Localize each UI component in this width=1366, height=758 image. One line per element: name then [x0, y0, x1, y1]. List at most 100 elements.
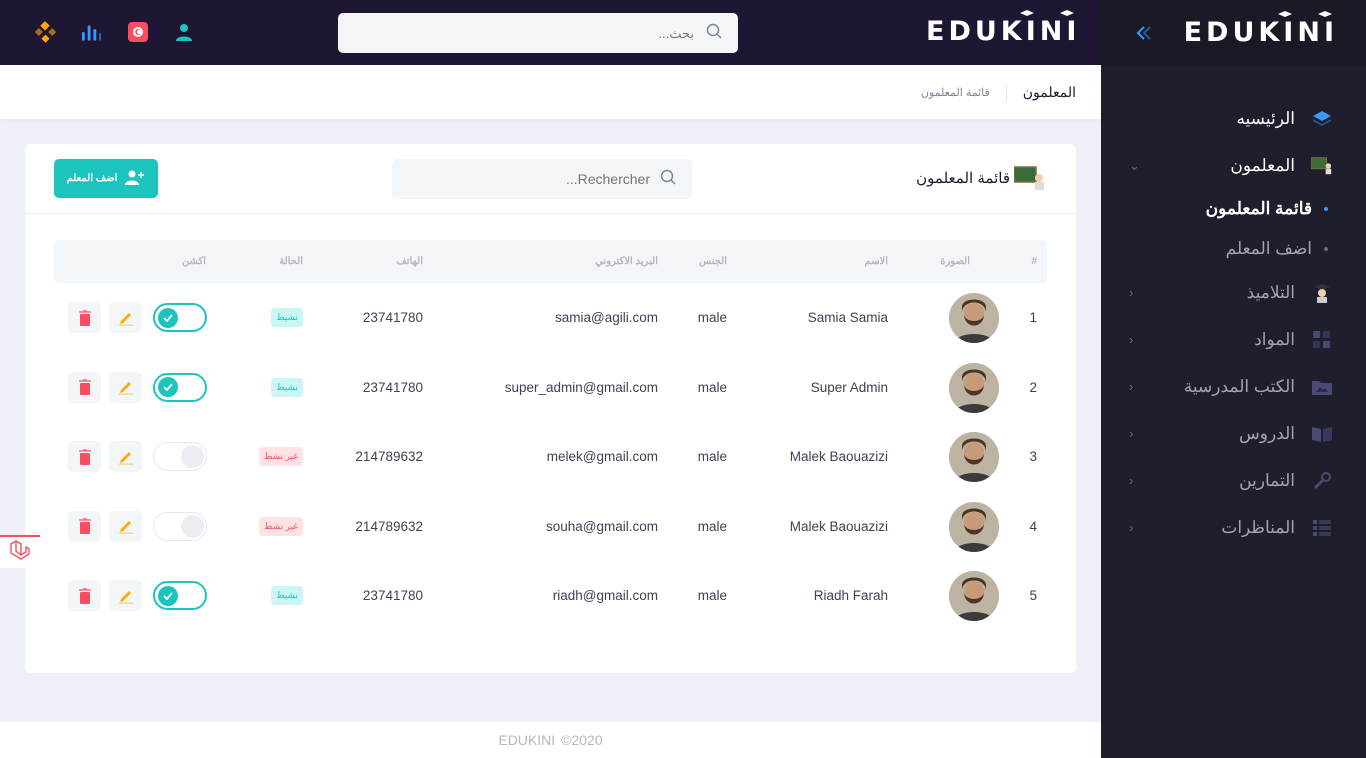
- sidebar-item-exercises[interactable]: التمارين ‹: [1101, 457, 1366, 504]
- toggle-knob: [181, 445, 204, 468]
- apps-icon[interactable]: [35, 20, 56, 44]
- edit-icon: [118, 451, 133, 465]
- teacher-name: Riadh Farah: [813, 588, 888, 603]
- edit-icon: [118, 382, 133, 395]
- user-icon[interactable]: [173, 20, 194, 44]
- edit-button[interactable]: [109, 302, 142, 333]
- status-toggle[interactable]: [153, 581, 207, 610]
- chevron-down-icon: ⌄: [1129, 157, 1140, 173]
- chevron-left-icon: ‹: [1129, 473, 1134, 488]
- status-toggle[interactable]: [153, 442, 207, 471]
- edit-button[interactable]: [109, 371, 142, 403]
- teacher-name: Malek Baouazizi: [789, 518, 888, 534]
- row-number: 1: [1029, 310, 1037, 325]
- search-icon: [706, 23, 722, 44]
- teacher-phone: 23741780: [362, 379, 423, 395]
- sidebar-item-students[interactable]: التلاميذ ‹: [1101, 269, 1366, 316]
- delete-button[interactable]: [68, 302, 101, 333]
- col-phone[interactable]: الهاتف: [396, 256, 423, 267]
- edit-button[interactable]: [109, 580, 142, 611]
- footer-brand[interactable]: EDUKINI: [498, 732, 555, 748]
- row-number: 5: [1029, 588, 1037, 603]
- trash-icon: [78, 379, 91, 395]
- sidebar-item-competitions[interactable]: المناظرات ‹: [1101, 504, 1366, 551]
- sidebar-item-subjects[interactable]: المواد ‹: [1101, 316, 1366, 363]
- teacher-icon: [1013, 166, 1046, 190]
- sidebar-item-lessons[interactable]: الدروس ‹: [1101, 410, 1366, 457]
- status-toggle[interactable]: [153, 372, 207, 402]
- stats-icon[interactable]: [81, 20, 102, 44]
- teacher-phone: 214789632: [355, 518, 423, 534]
- trash-icon: [78, 448, 91, 465]
- teacher-icon: [1311, 155, 1333, 177]
- sidebar-subitem-add-teacher[interactable]: اضف المعلم: [1101, 229, 1366, 269]
- edit-icon: [118, 590, 133, 604]
- breadcrumb[interactable]: قائمة المعلمون: [921, 86, 1006, 99]
- table-row: 3 Malek Baouazizi male melek@gmail.com 2…: [54, 422, 1047, 492]
- topbar-logo[interactable]: EDUKINI: [926, 10, 1080, 47]
- teacher-email: super_admin@gmail.com: [504, 379, 658, 395]
- collapse-sidebar-icon[interactable]: [1133, 22, 1155, 44]
- teacher-search-input[interactable]: [410, 171, 650, 187]
- global-search[interactable]: [338, 13, 738, 53]
- add-teacher-button[interactable]: اضف المعلم: [54, 159, 158, 198]
- delete-button[interactable]: [68, 371, 101, 403]
- search-icon: [660, 169, 676, 190]
- footer: EDUKINI ©2020: [0, 722, 1101, 758]
- sidebar-item-home[interactable]: الرئيسيه: [1101, 95, 1366, 142]
- check-icon: [163, 383, 173, 391]
- edit-button[interactable]: [109, 441, 142, 472]
- avatar[interactable]: [949, 432, 999, 482]
- teacher-search[interactable]: [392, 159, 692, 199]
- sidebar: EDUKINI الرئيسيه المعلمون ⌄ قائمة المعلم…: [1101, 0, 1366, 758]
- table-row: 2 Super Admin male super_admin@gmail.com…: [54, 353, 1047, 423]
- table-header: # الصورة الاسم الجنس البريد الاكتروني ال…: [54, 240, 1047, 283]
- chevron-left-icon: ‹: [1129, 332, 1134, 347]
- teachers-table: # الصورة الاسم الجنس البريد الاكتروني ال…: [54, 240, 1047, 631]
- graduation-cap-icon: [1060, 10, 1074, 16]
- status-badge: غير نشط: [259, 447, 303, 466]
- col-photo[interactable]: الصورة: [940, 256, 970, 267]
- teacher-email: melek@gmail.com: [546, 449, 658, 464]
- flag-tunisia-icon[interactable]: [127, 20, 148, 44]
- toggle-knob: [158, 307, 178, 328]
- sidebar-item-textbooks[interactable]: الكتب المدرسية ‹: [1101, 363, 1366, 410]
- check-icon: [163, 591, 173, 600]
- status-toggle[interactable]: [153, 303, 207, 332]
- table-row: 1 Samia Samia male samia@agili.com 23741…: [54, 283, 1047, 353]
- avatar[interactable]: [949, 293, 999, 343]
- avatar[interactable]: [949, 501, 999, 552]
- col-action[interactable]: اكشن: [182, 256, 206, 267]
- global-search-input[interactable]: [374, 25, 694, 41]
- col-num[interactable]: #: [1031, 256, 1037, 267]
- graduation-cap-icon: [1317, 11, 1332, 17]
- card-header: قائمة المعلمون اضف المعلم: [25, 144, 1076, 214]
- col-status[interactable]: الحالة: [279, 256, 303, 267]
- avatar[interactable]: [949, 362, 999, 413]
- avatar[interactable]: [949, 571, 999, 621]
- laravel-debug-badge[interactable]: [0, 535, 40, 568]
- teacher-gender: male: [697, 449, 727, 464]
- edit-icon: [118, 312, 133, 326]
- trash-icon: [78, 587, 91, 604]
- teacher-gender: male: [697, 379, 727, 395]
- chevron-left-icon: ‹: [1129, 426, 1134, 441]
- edit-button[interactable]: [109, 510, 142, 542]
- toggle-knob: [158, 585, 178, 606]
- delete-button[interactable]: [68, 441, 101, 472]
- sidebar-logo[interactable]: EDUKINI: [1184, 11, 1338, 48]
- delete-button[interactable]: [68, 580, 101, 611]
- delete-button[interactable]: [68, 510, 101, 542]
- status-toggle[interactable]: [153, 511, 207, 541]
- col-gender[interactable]: الجنس: [699, 256, 727, 267]
- teacher-email: souha@gmail.com: [545, 518, 658, 534]
- sidebar-menu: الرئيسيه المعلمون ⌄ قائمة المعلمون اضف ا…: [1101, 95, 1366, 551]
- add-user-icon: [125, 169, 145, 188]
- col-email[interactable]: البريد الاكتروني: [595, 256, 658, 267]
- card-title: قائمة المعلمون: [916, 166, 1046, 190]
- sidebar-subitem-teacher-list[interactable]: قائمة المعلمون: [1101, 189, 1366, 229]
- sidebar-item-teachers[interactable]: المعلمون ⌄: [1101, 142, 1366, 189]
- topbar-icons: [35, 20, 194, 44]
- tools-icon: [1311, 470, 1333, 492]
- col-name[interactable]: الاسم: [864, 256, 888, 267]
